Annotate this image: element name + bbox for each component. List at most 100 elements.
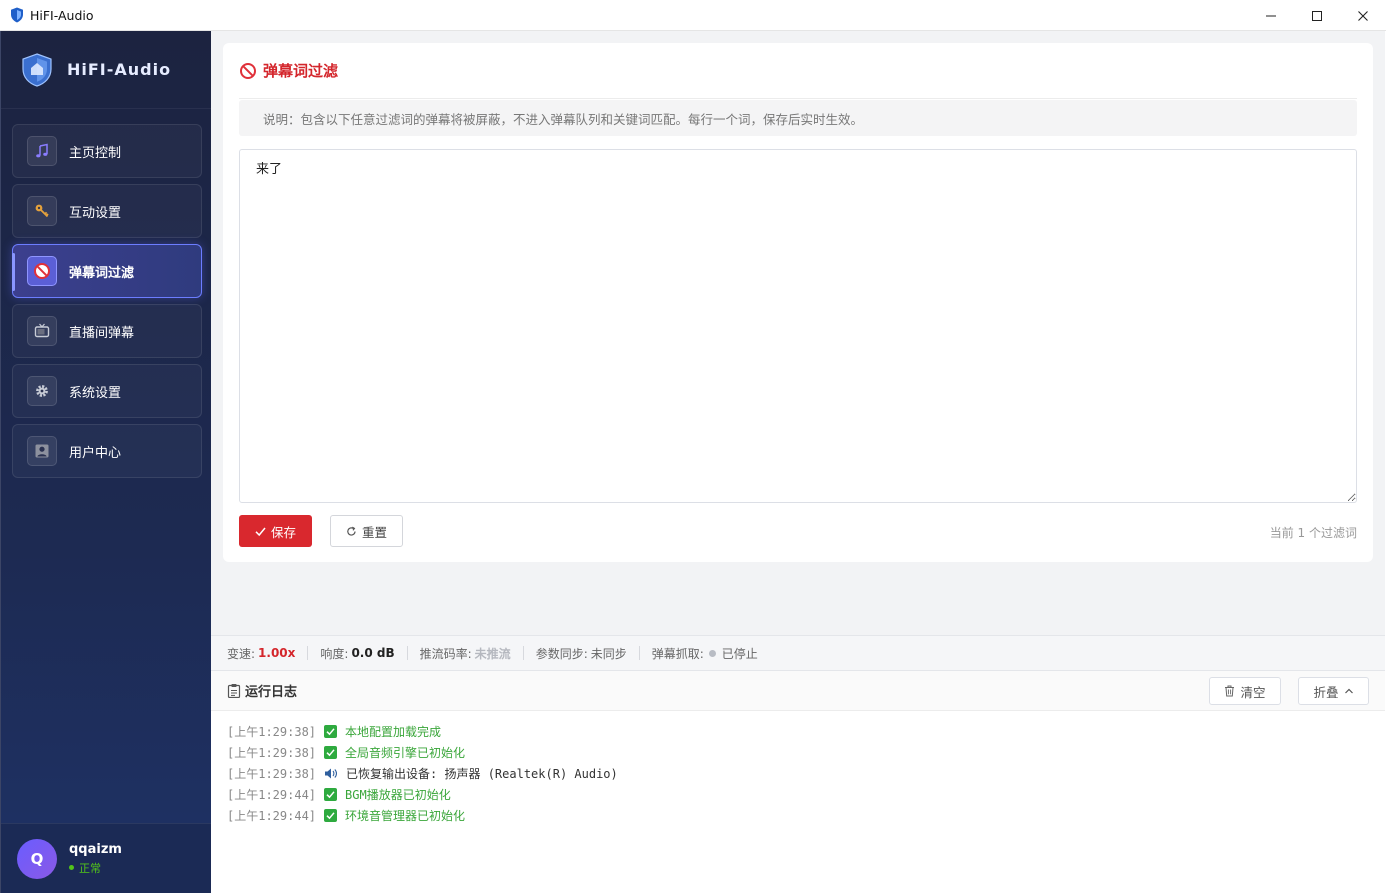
stat-sync-value: 未同步 xyxy=(590,646,627,661)
page-title: 弹幕词过滤 xyxy=(263,62,339,80)
stat-sync: 参数同步: 未同步 xyxy=(536,645,627,662)
clear-button-label: 清空 xyxy=(1240,684,1266,700)
check-box-icon xyxy=(324,725,338,738)
user-status: 正常 xyxy=(69,860,122,876)
stat-volume-value: 0.0 dB xyxy=(351,646,395,660)
divider xyxy=(522,646,524,660)
log-message: 已恢复输出设备: 扬声器 (Realtek(R) Audio) xyxy=(346,767,618,781)
log-list: [上午1:29:38] 本地配置加载完成 [上午1:29:38] 全局音频引擎已… xyxy=(211,711,1385,893)
brand-shield-icon xyxy=(22,52,52,87)
status-bar: 变速: 1.00x 响度: 0.0 dB 推流码率: 未推流 参数同步: 未同步… xyxy=(211,635,1385,671)
sidebar-item-interaction[interactable]: 互动设置 xyxy=(12,184,202,238)
trash-icon xyxy=(1225,685,1235,697)
stat-speed-label: 变速: xyxy=(227,646,256,661)
close-button[interactable] xyxy=(1340,0,1386,31)
status-dot-icon xyxy=(69,865,74,870)
main-content: 弹幕词过滤 说明：包含以下任意过滤词的弹幕将被屏蔽，不进入弹幕队列和关键词匹配。… xyxy=(211,31,1385,635)
fold-button-label: 折叠 xyxy=(1313,684,1339,700)
minimize-icon xyxy=(1266,15,1276,16)
user-name: qqaizm xyxy=(69,841,122,857)
log-message: 全局音频引擎已初始化 xyxy=(345,746,466,760)
log-message: 本地配置加载完成 xyxy=(345,725,442,739)
log-header: 运行日志 清空 折叠 xyxy=(211,671,1385,711)
stat-bitrate: 推流码率: 未推流 xyxy=(420,645,511,662)
list-item: [上午1:29:38] 本地配置加载完成 xyxy=(227,721,1385,742)
stat-capture: 弹幕抓取: 已停止 xyxy=(652,645,758,662)
check-box-icon xyxy=(324,809,338,822)
status-dot-icon xyxy=(708,649,716,657)
sidebar-item-label: 直播间弹幕 xyxy=(69,325,135,341)
sidebar-item-label: 主页控制 xyxy=(69,145,122,161)
log-message: BGM播放器已初始化 xyxy=(345,788,451,802)
save-button-label: 保存 xyxy=(270,524,296,540)
log-title: 运行日志 xyxy=(245,685,298,700)
tv-icon xyxy=(27,316,57,346)
save-button[interactable]: 保存 xyxy=(239,515,312,547)
brand-name: HiFI-Audio xyxy=(67,60,172,79)
sidebar-item-system-settings[interactable]: 系统设置 xyxy=(12,364,202,418)
filter-card: 弹幕词过滤 说明：包含以下任意过滤词的弹幕将被屏蔽，不进入弹幕队列和关键词匹配。… xyxy=(223,43,1373,562)
avatar: Q xyxy=(17,838,57,879)
no-entry-icon xyxy=(27,256,57,286)
log-time: [上午1:29:38] xyxy=(227,746,317,760)
window-title: HiFI-Audio xyxy=(30,7,94,23)
card-header: 弹幕词过滤 xyxy=(239,43,1357,99)
check-box-icon xyxy=(324,746,338,759)
divider xyxy=(307,646,309,660)
divider xyxy=(406,646,408,660)
list-item: [上午1:29:44] BGM播放器已初始化 xyxy=(227,784,1385,805)
sidebar-item-home-control[interactable]: 主页控制 xyxy=(12,124,202,178)
key-icon xyxy=(27,196,57,226)
check-icon xyxy=(255,526,266,537)
clipboard-icon xyxy=(227,684,241,698)
app-shield-icon xyxy=(11,7,23,23)
music-note-icon xyxy=(27,136,57,166)
filter-count: 当前 1 个过滤词 xyxy=(1269,526,1357,540)
log-time: [上午1:29:38] xyxy=(227,725,317,739)
fold-log-button[interactable]: 折叠 xyxy=(1298,677,1369,705)
log-time: [上午1:29:38] xyxy=(227,767,317,781)
user-icon xyxy=(27,436,57,466)
maximize-icon xyxy=(1312,10,1322,21)
user-profile[interactable]: Q qqaizm 正常 xyxy=(1,823,211,893)
sidebar-item-danmaku-filter[interactable]: 弹幕词过滤 xyxy=(12,244,202,298)
maximize-button[interactable] xyxy=(1294,0,1340,31)
brand: HiFI-Audio xyxy=(1,31,211,109)
stat-bitrate-label: 推流码率: xyxy=(419,646,472,661)
sidebar-item-label: 用户中心 xyxy=(69,445,122,461)
title-bar: HiFI-Audio xyxy=(0,0,1386,31)
stat-capture-value: 已停止 xyxy=(721,646,758,661)
log-time: [上午1:29:44] xyxy=(227,809,317,823)
sidebar-item-user-center[interactable]: 用户中心 xyxy=(12,424,202,478)
sidebar-item-label: 弹幕词过滤 xyxy=(69,265,135,281)
user-status-text: 正常 xyxy=(79,861,101,875)
list-item: [上午1:29:38] 全局音频引擎已初始化 xyxy=(227,742,1385,763)
stat-volume: 响度: 0.0 dB xyxy=(320,645,394,662)
nav-menu: 主页控制 互动设置 弹幕词过滤 直播间弹幕 系统设置 用户中心 xyxy=(1,109,211,478)
chevron-up-icon xyxy=(1344,688,1353,694)
log-time: [上午1:29:44] xyxy=(227,788,317,802)
sidebar-item-label: 系统设置 xyxy=(69,385,122,401)
reset-button-label: 重置 xyxy=(361,524,387,540)
stat-capture-label: 弹幕抓取: xyxy=(651,646,704,661)
gear-icon xyxy=(27,376,57,406)
no-entry-icon xyxy=(239,62,257,80)
reset-button[interactable]: 重置 xyxy=(330,515,403,547)
filter-words-input[interactable]: 来了 xyxy=(239,149,1357,503)
close-icon xyxy=(1358,10,1368,21)
divider xyxy=(638,646,640,660)
refresh-icon xyxy=(346,526,357,537)
list-item: [上午1:29:44] 环境音管理器已初始化 xyxy=(227,805,1385,826)
list-item: [上午1:29:38] 已恢复输出设备: 扬声器 (Realtek(R) Aud… xyxy=(227,763,1385,784)
log-message: 环境音管理器已初始化 xyxy=(345,809,466,823)
clear-log-button[interactable]: 清空 xyxy=(1209,677,1281,705)
sidebar-item-live-danmaku[interactable]: 直播间弹幕 xyxy=(12,304,202,358)
speaker-icon xyxy=(324,767,338,780)
check-box-icon xyxy=(324,788,338,801)
stat-speed: 变速: 1.00x xyxy=(227,645,295,662)
stat-volume-label: 响度: xyxy=(320,646,349,661)
sidebar: HiFI-Audio 主页控制 互动设置 弹幕词过滤 直播间弹幕 系统设置 用户… xyxy=(0,31,211,893)
sidebar-item-label: 互动设置 xyxy=(69,205,122,221)
minimize-button[interactable] xyxy=(1248,0,1294,31)
filter-notice: 说明：包含以下任意过滤词的弹幕将被屏蔽，不进入弹幕队列和关键词匹配。每行一个词，… xyxy=(239,100,1357,136)
